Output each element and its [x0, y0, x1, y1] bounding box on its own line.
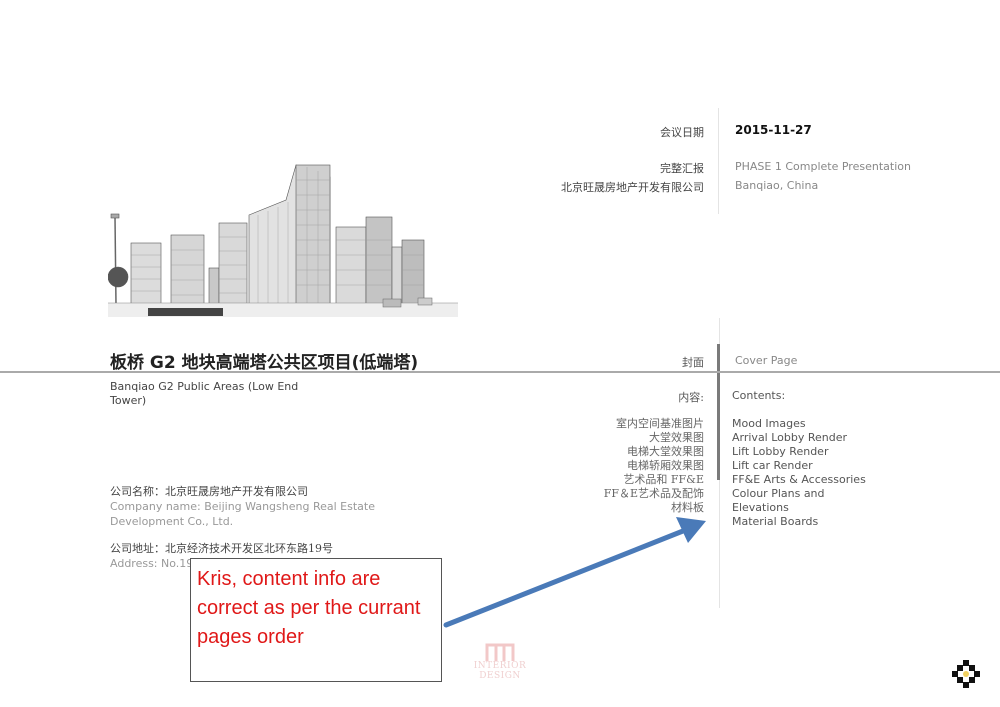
contents-item-zh: 室内空间基准图片 — [616, 417, 704, 430]
client-location-value: Banqiao, China — [735, 179, 819, 192]
tower-3 — [218, 222, 248, 306]
watermark-text: INTERIOR DESIGN — [473, 661, 527, 681]
annotation-arrow — [443, 517, 706, 628]
report-type-value: PHASE 1 Complete Presentation — [735, 160, 911, 173]
annotation-callout[interactable]: Kris, content info are correct as per th… — [190, 558, 442, 682]
contents-item-en: Arrival Lobby Render — [732, 431, 848, 444]
client-label: 北京旺晟房地产开发有限公司 — [561, 181, 704, 194]
project-title-zh: 板桥 G2 地块高端塔公共区项目(低端塔) — [110, 353, 419, 373]
building-illustration — [108, 164, 458, 317]
arrow-shaft — [443, 526, 691, 628]
contents-item-en: Mood Images — [732, 417, 806, 430]
lamp-post — [114, 216, 117, 306]
car — [382, 298, 402, 308]
meta-divider — [718, 108, 719, 214]
cover-value: Cover Page — [735, 354, 798, 367]
contents-item-en: Lift car Render — [732, 459, 813, 472]
contents-item-zh: FF＆E艺术品及配饰 — [603, 487, 704, 500]
contents-heading: Contents: — [732, 389, 786, 402]
project-title-en: Banqiao G2 Public Areas (Low End Tower) — [110, 380, 299, 407]
contents-label: 内容: — [678, 391, 704, 404]
annotation-text: Kris, content info are correct as per th… — [197, 568, 421, 648]
lamp-head — [110, 213, 120, 219]
contents-item-en: Colour Plans and — [732, 487, 825, 500]
car — [417, 297, 433, 306]
tower-small — [208, 267, 220, 306]
tower-right-2 — [391, 246, 403, 306]
company-name-zh: 公司名称：北京旺晟房地产开发有限公司 — [110, 485, 308, 498]
meeting-date-label: 会议日期 — [660, 126, 704, 139]
report-type-label: 完整汇报 — [660, 162, 704, 175]
plaza-bench — [148, 308, 223, 316]
meeting-date-value: 2015-11-27 — [735, 123, 812, 137]
watermark: INTERIOR DESIGN — [455, 643, 545, 681]
cover-label: 封面 — [682, 356, 704, 369]
contents-list-zh: 室内空间基准图片 大堂效果图 电梯大堂效果图 电梯轿厢效果图 艺术品和 FF&E… — [560, 417, 704, 515]
contents-divider-dark — [717, 344, 720, 480]
contents-item-zh: 艺术品和 FF&E — [623, 473, 704, 486]
contents-item-en: Lift Lobby Render — [732, 445, 829, 458]
tower-right-1 — [335, 226, 367, 306]
tower-1 — [130, 242, 162, 306]
contents-item-en: Elevations — [732, 501, 789, 514]
tree — [108, 266, 129, 288]
contents-item-en: FF&E Arts & Accessories — [732, 473, 866, 486]
brand-logo-icon — [952, 660, 980, 688]
contents-item-zh: 电梯轿厢效果图 — [627, 459, 704, 472]
company-address-zh: 公司地址：北京经济技术开发区北环东路19号 — [110, 542, 333, 555]
company-name-en: Company name: Beijing Wangsheng Real Est… — [110, 500, 375, 528]
contents-list-en: Mood Images Arrival Lobby Render Lift Lo… — [732, 417, 932, 529]
contents-item-en: Material Boards — [732, 515, 819, 528]
contents-item-zh: 电梯大堂效果图 — [627, 445, 704, 458]
contents-item-zh: 大堂效果图 — [649, 431, 704, 444]
watermark-logo-icon — [485, 643, 515, 661]
tower-2 — [170, 234, 205, 306]
